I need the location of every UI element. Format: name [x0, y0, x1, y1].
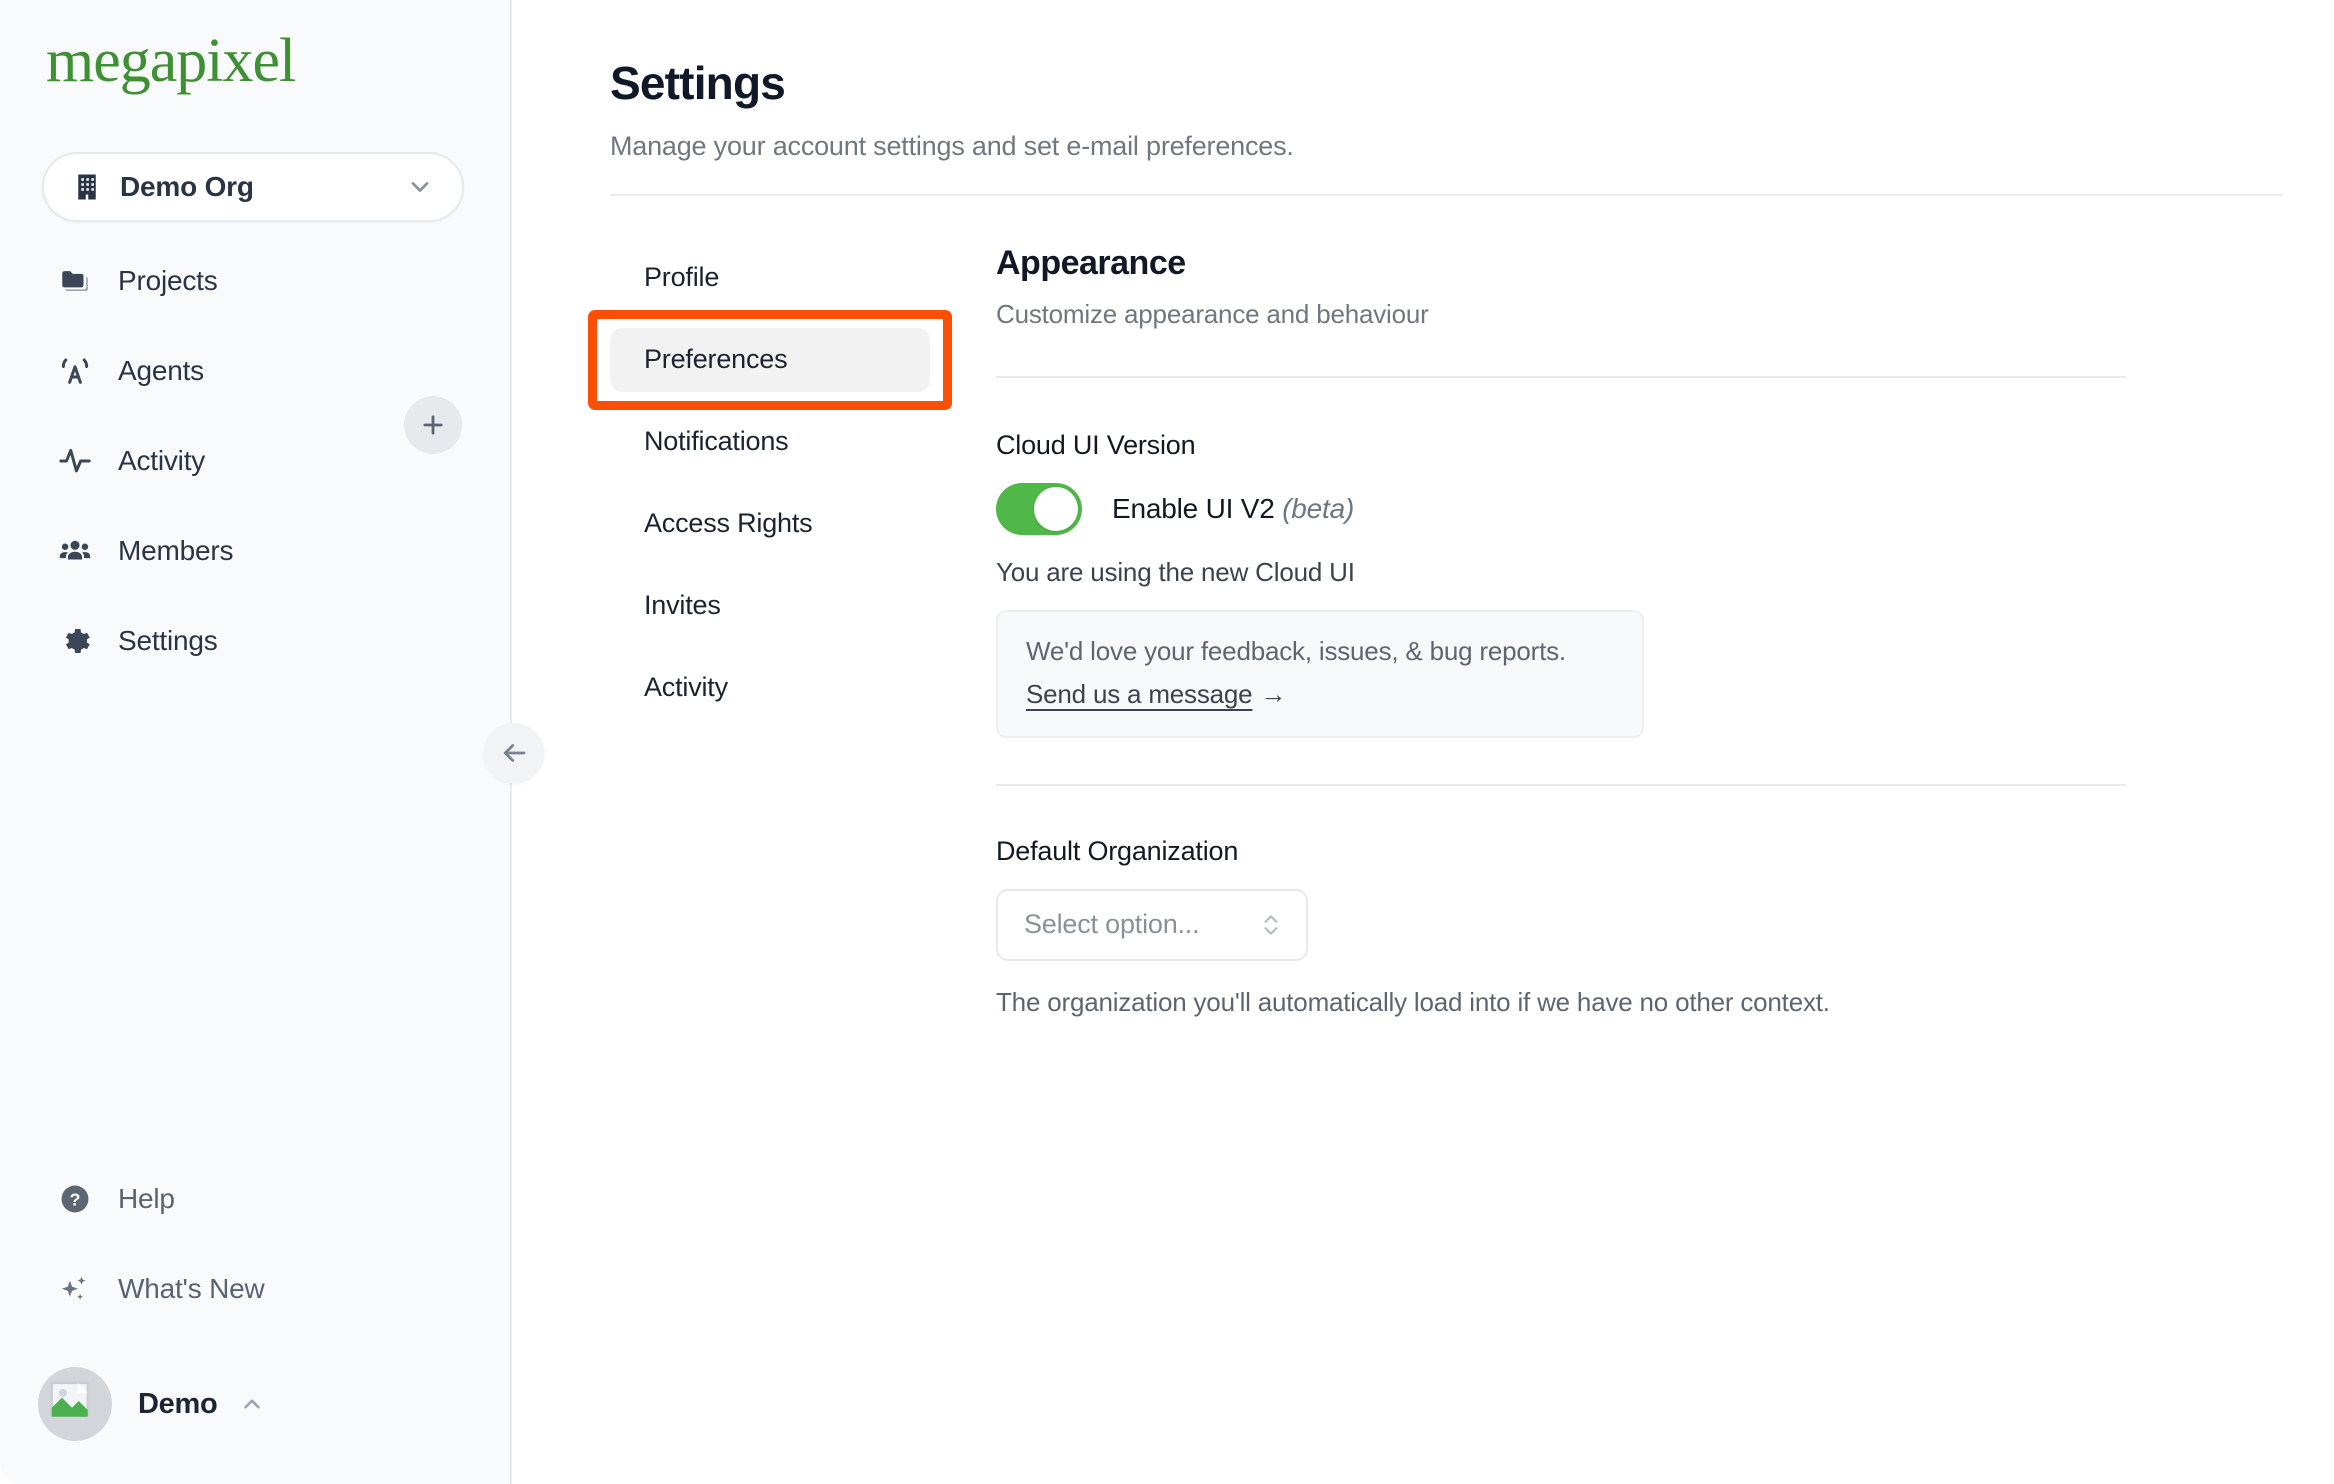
appearance-panel: Appearance Customize appearance and beha…	[978, 244, 2334, 1018]
section-subtitle: Customize appearance and behaviour	[996, 298, 1429, 329]
arrow-right-icon: →	[1260, 678, 1287, 709]
chevron-up-icon	[239, 1391, 265, 1417]
tab-label: Preferences	[644, 344, 788, 375]
enable-ui-v2-label: Enable UI V2 (beta)	[1112, 493, 1354, 525]
feedback-link-row: Send us a message →	[1026, 679, 1614, 710]
tab-activity[interactable]: Activity	[610, 656, 930, 720]
main-content: Settings Manage your account settings an…	[512, 0, 2334, 1484]
org-switcher[interactable]: Demo Org	[42, 152, 464, 222]
page-title: Settings	[610, 57, 786, 109]
question-circle-icon: ?	[58, 1182, 92, 1216]
beta-badge: (beta)	[1282, 492, 1355, 524]
collapse-sidebar-button[interactable]	[484, 723, 544, 783]
sidebar-item-whats-new[interactable]: What's New	[0, 1260, 510, 1318]
tab-label: Invites	[644, 590, 721, 621]
tab-preferences-wrapper: Preferences	[588, 309, 978, 410]
tab-notifications[interactable]: Notifications	[610, 410, 930, 474]
broken-image-icon	[50, 1381, 89, 1417]
sparkles-icon	[58, 1272, 92, 1306]
tab-preferences[interactable]: Preferences	[610, 327, 930, 392]
broadcast-antenna-icon	[58, 354, 92, 388]
svg-text:?: ?	[70, 1190, 81, 1210]
enable-ui-v2-toggle[interactable]	[996, 482, 1082, 535]
page-subtitle: Manage your account settings and set e-m…	[610, 130, 1294, 161]
sidebar-item-settings[interactable]: Settings	[0, 612, 510, 670]
sidebar-item-label: What's New	[118, 1273, 265, 1304]
tab-invites[interactable]: Invites	[610, 574, 930, 638]
default-organization-block: Default Organization Select option... Th…	[996, 836, 2334, 1018]
sidebar-item-label: Projects	[118, 265, 218, 296]
section-divider-2	[996, 783, 2126, 786]
feedback-text: We'd love your feedback, issues, & bug r…	[1026, 635, 1566, 666]
sidebar-item-label: Settings	[118, 625, 218, 656]
send-us-a-message-link[interactable]: Send us a message	[1026, 679, 1253, 710]
chevron-down-icon	[406, 173, 434, 201]
folder-icon	[58, 264, 92, 298]
plus-icon	[423, 415, 443, 435]
toggle-knob	[1034, 486, 1078, 531]
add-agent-button[interactable]	[404, 396, 462, 454]
sidebar-item-label: Help	[118, 1183, 175, 1214]
cloud-ui-version-label: Cloud UI Version	[996, 429, 1196, 460]
tab-access-rights[interactable]: Access Rights	[610, 492, 930, 556]
org-name: Demo Org	[120, 171, 254, 202]
app-window: megapixel Demo Org Projects Agents Activ…	[0, 0, 2334, 1484]
sidebar-item-members[interactable]: Members	[0, 522, 510, 580]
gear-icon	[58, 624, 92, 658]
header-divider	[610, 193, 2282, 196]
chevron-up-down-icon	[1258, 908, 1284, 942]
settings-body: Profile Preferences Notifications Access…	[588, 244, 2334, 1018]
default-organization-label: Default Organization	[996, 835, 1239, 866]
avatar	[38, 1367, 112, 1441]
tab-profile[interactable]: Profile	[610, 246, 930, 310]
building-icon	[72, 172, 102, 202]
section-title: Appearance	[996, 243, 1186, 282]
sidebar-item-projects[interactable]: Projects	[0, 252, 510, 310]
tab-label: Notifications	[644, 426, 789, 457]
tab-label: Access Rights	[644, 508, 813, 539]
cloud-ui-version-block: Cloud UI Version Enable UI V2 (beta) You…	[996, 430, 2334, 738]
sidebar-item-help[interactable]: ? Help	[0, 1170, 510, 1228]
sidebar-item-label: Activity	[118, 445, 206, 476]
user-name: Demo	[138, 1387, 218, 1420]
sidebar-item-agents[interactable]: Agents	[0, 342, 510, 400]
arrow-left-icon	[503, 744, 526, 762]
feedback-box: We'd love your feedback, issues, & bug r…	[996, 609, 1644, 738]
tab-label: Profile	[644, 262, 720, 293]
brand-logo[interactable]: megapixel	[46, 30, 510, 92]
enable-ui-v2-text: Enable UI V2	[1112, 492, 1275, 524]
section-divider	[996, 375, 2126, 378]
user-menu[interactable]: Demo	[0, 1364, 510, 1444]
sidebar: megapixel Demo Org Projects Agents Activ…	[0, 0, 544, 1484]
cloud-ui-toggle-row: Enable UI V2 (beta)	[996, 482, 2334, 535]
cloud-ui-status-text: You are using the new Cloud UI	[996, 556, 1355, 587]
tab-label: Activity	[644, 672, 728, 703]
primary-nav: Projects Agents Activity Members Setting…	[0, 252, 510, 702]
sidebar-bottom: ? Help What's New Demo	[0, 1170, 510, 1484]
sidebar-item-label: Members	[118, 535, 234, 566]
settings-tab-list: Profile Preferences Notifications Access…	[588, 244, 978, 1018]
select-value: Select option...	[1024, 909, 1200, 940]
default-organization-select[interactable]: Select option...	[996, 888, 1308, 961]
sidebar-item-label: Agents	[118, 355, 204, 386]
default-organization-helper: The organization you'll automatically lo…	[996, 986, 1830, 1017]
pulse-icon	[58, 444, 92, 478]
people-icon	[58, 534, 92, 568]
